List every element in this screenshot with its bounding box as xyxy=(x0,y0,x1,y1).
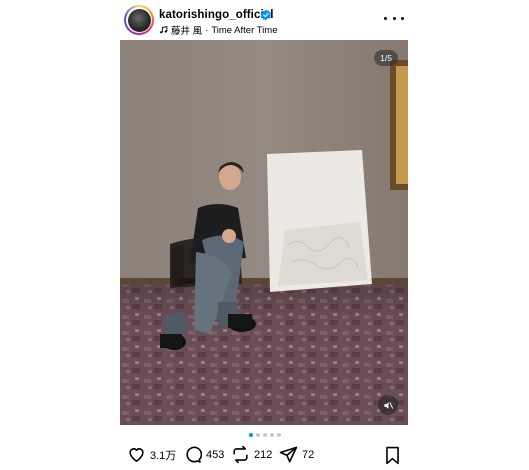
bookmark-icon xyxy=(386,446,399,465)
post-actions-bar: 3.1万 453 212 72 xyxy=(0,443,529,467)
music-note-icon xyxy=(160,26,168,34)
send-icon xyxy=(279,446,298,463)
more-horizontal-icon xyxy=(384,16,387,20)
carousel-counter: 1/5 xyxy=(374,50,398,66)
post-header: katorishingo_official 藤井 風 · Time After … xyxy=(0,0,529,40)
music-attribution[interactable]: 藤井 風 · Time After Time xyxy=(159,23,277,37)
comment-count: 453 xyxy=(206,448,225,461)
mute-toggle-button[interactable] xyxy=(378,395,398,415)
comment-button[interactable]: 453 xyxy=(183,445,224,464)
verified-badge-icon xyxy=(261,9,271,21)
music-separator: · xyxy=(205,24,209,36)
music-artist: 藤井 風 xyxy=(171,26,203,37)
carousel-dot-active xyxy=(248,433,253,437)
post-photo[interactable]: 1/5 xyxy=(120,40,408,425)
avatar[interactable] xyxy=(124,5,154,35)
speaker-muted-icon xyxy=(383,401,393,409)
carousel-dot xyxy=(276,433,281,437)
heart-icon xyxy=(129,448,144,463)
more-options-button[interactable] xyxy=(384,11,404,25)
like-button[interactable]: 3.1万 xyxy=(127,445,176,464)
repost-button[interactable]: 212 xyxy=(231,445,272,464)
save-button[interactable] xyxy=(384,446,401,470)
photo-image xyxy=(120,40,408,425)
like-count: 3.1万 xyxy=(150,449,177,462)
music-track: Time After Time xyxy=(211,24,278,36)
repost-count: 212 xyxy=(254,448,273,461)
carousel-dot xyxy=(269,433,274,437)
share-button[interactable]: 72 xyxy=(279,445,314,464)
carousel-indicator xyxy=(0,433,529,437)
share-count: 72 xyxy=(302,448,315,461)
repost-icon xyxy=(233,445,248,464)
carousel-dot xyxy=(262,433,267,437)
username-link[interactable]: katorishingo_official xyxy=(159,9,274,21)
comment-icon xyxy=(186,446,202,463)
carousel-dot xyxy=(255,433,260,437)
